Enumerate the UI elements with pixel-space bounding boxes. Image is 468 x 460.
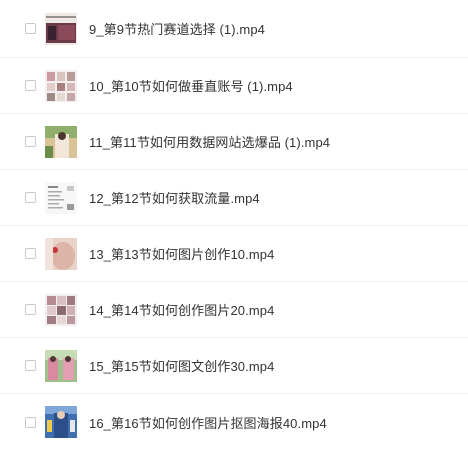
file-name[interactable]: 15_第15节如何图文创作30.mp4 [89,356,274,375]
video-thumbnail[interactable] [45,181,77,214]
file-name[interactable]: 14_第14节如何创作图片20.mp4 [89,300,274,319]
select-checkbox[interactable] [25,416,36,428]
select-checkbox[interactable] [25,360,36,371]
file-row[interactable]: 10_第10节如何做垂直账号 (1).mp4 [0,58,468,114]
select-checkbox[interactable] [25,23,36,34]
select-checkbox[interactable] [25,248,36,259]
video-thumbnail[interactable] [45,125,77,158]
file-list: 9_第9节热门赛道选择 (1).mp4 10_第10节如何做垂直账号 (1).m… [0,0,468,460]
file-row[interactable]: 13_第13节如何图片创作10.mp4 [0,226,468,282]
file-name[interactable]: 11_第11节如何用数据网站选爆品 (1).mp4 [89,132,330,151]
video-thumbnail[interactable] [45,349,77,382]
video-thumbnail[interactable] [45,293,77,326]
file-row[interactable]: 11_第11节如何用数据网站选爆品 (1).mp4 [0,114,468,170]
video-thumbnail[interactable] [45,237,77,270]
file-row[interactable]: 16_第16节如何创作图片抠图海报40.mp4 [0,394,468,450]
video-thumbnail[interactable] [45,406,77,438]
file-name[interactable]: 10_第10节如何做垂直账号 (1).mp4 [89,76,293,95]
file-name[interactable]: 9_第9节热门赛道选择 (1).mp4 [89,19,265,38]
file-name[interactable]: 16_第16节如何创作图片抠图海报40.mp4 [89,413,327,432]
file-row[interactable]: 14_第14节如何创作图片20.mp4 [0,282,468,338]
file-row[interactable]: 12_第12节如何获取流量.mp4 [0,170,468,226]
file-row[interactable]: 15_第15节如何图文创作30.mp4 [0,338,468,394]
video-thumbnail[interactable] [45,69,77,102]
video-thumbnail[interactable] [45,12,77,45]
file-name[interactable]: 13_第13节如何图片创作10.mp4 [89,244,274,263]
select-checkbox[interactable] [25,80,36,91]
file-name[interactable]: 12_第12节如何获取流量.mp4 [89,188,260,207]
select-checkbox[interactable] [25,136,36,147]
select-checkbox[interactable] [25,192,36,203]
select-checkbox[interactable] [25,304,36,315]
file-row[interactable]: 9_第9节热门赛道选择 (1).mp4 [0,0,468,58]
